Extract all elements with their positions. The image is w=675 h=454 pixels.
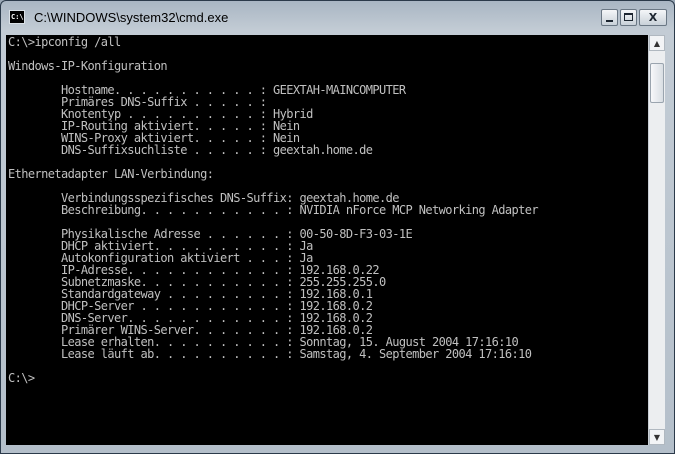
console-lines: C:\>ipconfig /all Windows-IP-Konfiguratio… [8,35,539,385]
console-line: IP-Adresse. . . . . . . . . . . . : 192.… [8,263,380,277]
console-line: IP-Routing aktiviert. . . . . : Nein [8,119,300,133]
minimize-button[interactable] [601,9,618,26]
console-line: Subnetzmaske. . . . . . . . . . . : 255.… [8,275,386,289]
console-line: DHCP aktiviert. . . . . . . . . . : Ja [8,239,313,253]
arrow-up-icon: ▲ [653,39,661,48]
console-line: C:\> [8,371,35,385]
minimize-icon [606,20,613,22]
console-line: C:\>ipconfig /all [8,35,121,49]
window-title: C:\WINDOWS\system32\cmd.exe [34,10,229,25]
vertical-scrollbar[interactable]: ▲ ▼ [648,35,665,445]
console-line: WINS-Proxy aktiviert. . . . . : Nein [8,131,300,145]
console-line: Ethernetadapter LAN-Verbindung: [8,167,214,181]
console-line: Verbindungsspezifisches DNS-Suffix: geex… [8,191,399,205]
console-output[interactable]: C:\>ipconfig /all Windows-IP-Konfiguratio… [6,35,648,445]
console-line: DNS-Server. . . . . . . . . . . . : 192.… [8,311,373,325]
console-line: DHCP-Server . . . . . . . . . . . : 192.… [8,299,373,313]
console-line: Windows-IP-Konfiguration [8,59,168,73]
maximize-icon [624,13,633,21]
console-line: Standardgateway . . . . . . . . . : 192.… [8,287,373,301]
console-line: Lease erhalten. . . . . . . . . . : Sonn… [8,335,519,349]
arrow-down-icon: ▼ [653,433,661,442]
cmd-app-icon[interactable]: C:\ [9,10,25,24]
console-line: Hostname. . . . . . . . . . . : GEEXTAH-… [8,83,406,97]
console-line: Physikalische Adresse . . . . . . : 00-5… [8,227,413,241]
scroll-down-button[interactable]: ▼ [649,429,665,445]
scroll-up-button[interactable]: ▲ [649,35,665,51]
console-line: Primärer WINS-Server. . . . . . . : 192.… [8,323,373,337]
maximize-button[interactable] [620,9,637,26]
close-button[interactable]: X [639,9,667,26]
console-line: Beschreibung. . . . . . . . . . . : NVID… [8,203,539,217]
cmd-window: C:\ C:\WINDOWS\system32\cmd.exe X C:\>ip… [0,0,675,454]
scrollbar-thumb[interactable] [650,63,664,103]
console-line: DNS-Suffixsuchliste . . . . . : geextah.… [8,143,373,157]
close-icon: X [648,11,658,24]
title-bar[interactable]: C:\ C:\WINDOWS\system32\cmd.exe X [1,1,674,35]
console-line: Knotentyp . . . . . . . . . . : Hybrid [8,107,313,121]
console-line: Lease läuft ab. . . . . . . . . . : Sams… [8,347,532,361]
console-line: Autokonfiguration aktiviert . . . : Ja [8,251,313,265]
